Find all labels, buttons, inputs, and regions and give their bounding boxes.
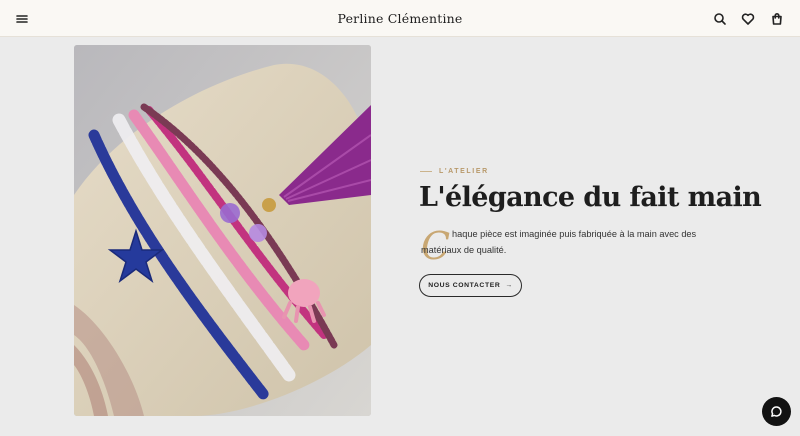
contact-button-label: NOUS CONTACTER [428, 282, 501, 289]
shopping-bag-icon[interactable] [767, 9, 787, 29]
contact-button[interactable]: NOUS CONTACTER → [419, 274, 522, 297]
menu-icon[interactable] [12, 9, 32, 29]
eyebrow-label: L'ATELIER [439, 167, 489, 175]
brand-name[interactable]: Perline Clémentine [338, 11, 463, 26]
bracelets-photo [74, 45, 371, 416]
hero-description: haque pièce est imaginée puis fabriquée … [421, 227, 707, 258]
heart-icon[interactable] [738, 9, 758, 29]
description-line-1: haque pièce est imaginée puis fabriquée … [452, 229, 697, 239]
chat-bubble-icon [771, 406, 782, 417]
site-header: Perline Clémentine [0, 0, 800, 37]
hero-headline: L'élégance du fait main [419, 182, 762, 213]
arrow-right-icon: → [505, 282, 513, 289]
description-line-2: matériaux de qualité. [421, 244, 507, 255]
eyebrow-rule [420, 170, 432, 172]
brand-logo: Perline Clémentine [0, 0, 800, 37]
hero-image [74, 45, 371, 416]
chat-button[interactable] [762, 397, 791, 426]
section-eyebrow: L'ATELIER [420, 166, 489, 176]
search-icon[interactable] [710, 9, 730, 29]
